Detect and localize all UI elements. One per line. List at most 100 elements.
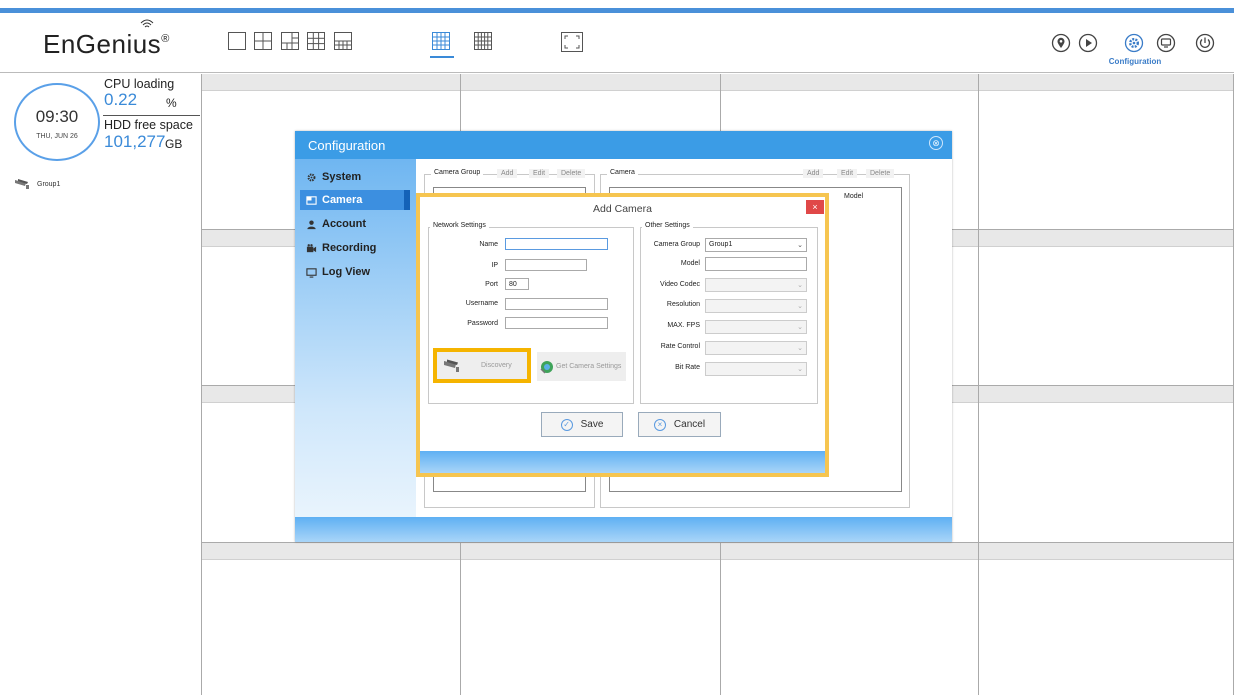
password-input[interactable] — [505, 317, 608, 329]
view-cell[interactable] — [202, 543, 461, 695]
header-toolbar: EnGenius® Configuration — [0, 13, 1234, 73]
camera-window-icon — [306, 195, 317, 205]
video-codec-label: Video Codec — [660, 281, 700, 288]
camera-group-add-button[interactable]: Add — [497, 169, 518, 178]
password-label: Password — [467, 320, 498, 327]
power-icon[interactable] — [1195, 33, 1215, 53]
cpu-label: CPU loading — [104, 77, 175, 91]
top-accent-bar — [0, 0, 1234, 13]
camera-delete-button[interactable]: Delete — [866, 169, 895, 178]
resolution-label: Resolution — [666, 301, 700, 308]
map-pin-icon[interactable] — [1051, 33, 1071, 53]
layout-2x2-button[interactable] — [254, 32, 272, 50]
nav-item-log-view[interactable]: Log View — [306, 262, 414, 282]
view-cell[interactable] — [721, 543, 979, 695]
sidebar: 09:30 THU, JUN 26 CPU loading 0.22 % HDD… — [0, 74, 202, 695]
configuration-title: Configuration — [295, 131, 952, 159]
nav-label: System — [322, 171, 362, 183]
layout-5x5-button[interactable] — [474, 32, 492, 50]
resolution-select[interactable]: ⌄ — [705, 299, 807, 313]
view-cell[interactable] — [979, 543, 1234, 695]
camera-group-icon — [15, 179, 29, 189]
chevron-down-icon: ⌄ — [797, 366, 803, 373]
cpu-unit: % — [166, 96, 177, 110]
camera-group-select[interactable]: Group1 ⌄ — [705, 238, 807, 252]
add-camera-panel: Add Camera × Network Settings Name IP Po… — [420, 197, 825, 473]
group-label: Group1 — [37, 180, 61, 188]
port-label: Port — [485, 281, 498, 288]
camera-group-delete-button[interactable]: Delete — [557, 169, 586, 178]
cancel-button[interactable]: × Cancel — [638, 412, 721, 437]
max-fps-select[interactable]: ⌄ — [705, 320, 807, 334]
bit-rate-select[interactable]: ⌄ — [705, 362, 807, 376]
configuration-label: Configuration — [1108, 57, 1162, 66]
rate-control-select[interactable]: ⌄ — [705, 341, 807, 355]
camera-group-value: Group1 — [709, 241, 733, 248]
layout-1plus5-button[interactable] — [281, 32, 299, 50]
view-cell-titlebar — [461, 543, 720, 560]
hdd-value: 101,277 — [104, 132, 166, 151]
view-cell-titlebar — [721, 74, 978, 91]
add-camera-title: Add Camera — [420, 197, 825, 218]
gear-icon — [307, 173, 316, 181]
view-cell[interactable] — [979, 230, 1234, 386]
chevron-down-icon: ⌄ — [797, 282, 803, 289]
close-icon[interactable]: ⊗ — [929, 136, 943, 150]
view-cell-titlebar — [202, 543, 460, 560]
name-label: Name — [479, 241, 498, 248]
get-camera-settings-button[interactable]: Get Camera Settings — [537, 352, 626, 381]
brand-name: EnGenius — [43, 29, 162, 59]
nav-item-camera[interactable]: Camera — [300, 190, 410, 210]
view-cell[interactable] — [979, 74, 1234, 230]
view-cell-titlebar — [979, 230, 1233, 247]
port-input[interactable] — [505, 278, 529, 290]
add-camera-footer — [420, 451, 825, 473]
playback-icon[interactable] — [1078, 33, 1098, 53]
configuration-footer — [295, 517, 952, 542]
discovery-button[interactable]: Discovery — [433, 348, 531, 383]
user-icon — [307, 219, 316, 229]
video-codec-select[interactable]: ⌄ — [705, 278, 807, 292]
chevron-down-icon: ⌄ — [797, 242, 803, 249]
view-cell-titlebar — [979, 74, 1233, 91]
nav-label: Recording — [322, 242, 377, 254]
layout-3x3-button[interactable] — [307, 32, 325, 50]
stats-divider — [103, 115, 200, 116]
add-camera-dialog: Add Camera × Network Settings Name IP Po… — [416, 193, 829, 477]
ip-input[interactable] — [505, 259, 587, 271]
nav-item-account[interactable]: Account — [306, 214, 414, 234]
configuration-nav: System Camera Account Recording Log View — [295, 159, 416, 517]
camera-table-header-model: Model — [844, 193, 864, 200]
nav-item-recording[interactable]: Recording — [306, 238, 414, 258]
name-input[interactable] — [505, 238, 608, 250]
view-cell[interactable] — [461, 543, 721, 695]
camera-edit-button[interactable]: Edit — [837, 169, 858, 178]
ip-label: IP — [491, 262, 498, 269]
model-label: Model — [680, 260, 700, 267]
rate-control-label: Rate Control — [660, 343, 700, 350]
layout-1x1-button[interactable] — [228, 32, 246, 50]
nav-item-system[interactable]: System — [306, 167, 414, 187]
hdd-label: HDD free space — [104, 118, 193, 132]
network-settings-legend: Network Settings — [430, 222, 489, 229]
sidebar-item-group1[interactable]: Group1 — [14, 177, 60, 191]
configuration-gear-icon[interactable] — [1124, 33, 1144, 53]
layout-4x4-button[interactable] — [430, 32, 454, 58]
camera-group-label: Camera Group — [653, 241, 700, 248]
layout-1plus12-button[interactable] — [334, 32, 352, 50]
camera-add-button[interactable]: Add — [803, 169, 824, 178]
check-icon: ✓ — [560, 418, 573, 431]
username-input[interactable] — [505, 298, 608, 310]
camera-group-edit-button[interactable]: Edit — [529, 169, 550, 178]
save-button[interactable]: ✓ Save — [541, 412, 623, 437]
cpu-value: 0.22 — [104, 90, 138, 109]
other-settings-group: Other Settings — [640, 222, 818, 404]
monitor-icon[interactable] — [1156, 33, 1176, 53]
get-camera-settings-label: Get Camera Settings — [556, 363, 622, 370]
bit-rate-label: Bit Rate — [675, 364, 700, 371]
view-cell[interactable] — [979, 386, 1234, 543]
hdd-unit: GB — [165, 137, 183, 151]
model-input[interactable] — [705, 257, 807, 271]
fullscreen-icon[interactable] — [561, 32, 583, 52]
close-icon[interactable]: × — [806, 200, 824, 214]
